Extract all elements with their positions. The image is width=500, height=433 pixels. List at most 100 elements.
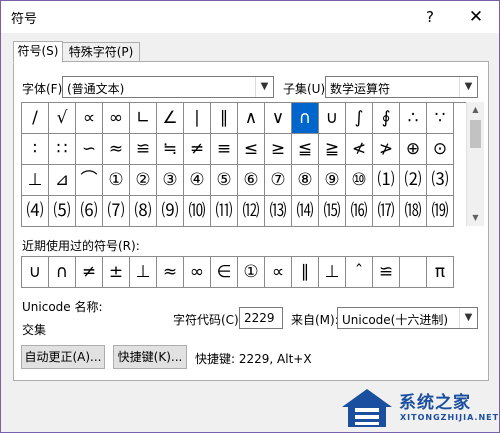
symbol-cell[interactable]: ≦: [292, 134, 319, 165]
tab-symbols[interactable]: 符号(S): [13, 41, 63, 63]
recent-symbol-cell[interactable]: ˆ: [346, 257, 373, 288]
symbol-cell[interactable]: ⑾: [211, 196, 238, 227]
symbol-cell[interactable]: ⒁: [292, 196, 319, 227]
symbol-cell[interactable]: ④: [184, 165, 211, 196]
symbol-cell[interactable]: ②: [130, 165, 157, 196]
recent-symbol-cell[interactable]: ≈: [157, 257, 184, 288]
recent-symbol-cell[interactable]: ①: [238, 257, 265, 288]
recent-symbol-cell[interactable]: π: [427, 257, 454, 288]
recent-symbol-cell[interactable]: ∩: [49, 257, 76, 288]
scroll-up-icon[interactable]: ▲: [467, 102, 484, 118]
symbol-cell[interactable]: ∶: [22, 134, 49, 165]
symbol-cell[interactable]: ⑵: [400, 165, 427, 196]
recent-symbol-cell[interactable]: ∝: [265, 257, 292, 288]
symbol-cell[interactable]: ⒆: [427, 196, 454, 227]
close-button[interactable]: ✕: [461, 3, 491, 31]
symbol-grid: / √ ∝ ∞ ∟ ∠ ∣ ∥ ∧ ∨ ∩ ∪ ∫ ∮ ∴ ∵ ∶ ∷ ∽ ≈ ≌ ≒ ≠ ≡ ≤ ≥ ≦ ≧ ≮ ≯ ⊕ ⊙ ⊥ ⊿ ⌒ ① ② ③ ④ ⑤…: [21, 102, 466, 227]
symbol-cell[interactable]: ≯: [373, 134, 400, 165]
symbol-cell[interactable]: ⑺: [103, 196, 130, 227]
from-select-value: Unicode(十六进制): [342, 313, 449, 327]
symbol-cell[interactable]: ⑸: [49, 196, 76, 227]
symbol-cell[interactable]: ⑻: [130, 196, 157, 227]
symbol-cell[interactable]: ∠: [157, 103, 184, 134]
symbol-cell[interactable]: ∪: [319, 103, 346, 134]
symbol-cell[interactable]: ≤: [238, 134, 265, 165]
symbol-cell[interactable]: ⑽: [184, 196, 211, 227]
symbol-cell[interactable]: ⑦: [265, 165, 292, 196]
symbol-cell[interactable]: ∽: [76, 134, 103, 165]
symbol-cell[interactable]: ∮: [373, 103, 400, 134]
recent-symbol-cell[interactable]: [400, 257, 427, 288]
symbol-cell[interactable]: ⑥: [238, 165, 265, 196]
symbol-cell[interactable]: ⒄: [373, 196, 400, 227]
font-select[interactable]: (普通文本) ▼: [62, 76, 274, 98]
symbol-cell[interactable]: ∣: [184, 103, 211, 134]
symbol-cell[interactable]: ⒃: [346, 196, 373, 227]
symbol-cell[interactable]: ⑧: [292, 165, 319, 196]
grid-scrollbar[interactable]: ▲ ▼: [466, 102, 484, 226]
symbol-cell[interactable]: ∧: [238, 103, 265, 134]
symbol-cell[interactable]: √: [49, 103, 76, 134]
symbol-cell[interactable]: ∵: [427, 103, 454, 134]
recent-symbol-cell[interactable]: ∪: [22, 257, 49, 288]
from-select[interactable]: Unicode(十六进制) ▼: [337, 307, 478, 329]
symbol-cell[interactable]: ≒: [157, 134, 184, 165]
symbol-cell[interactable]: ⑿: [238, 196, 265, 227]
symbol-cell[interactable]: ⊿: [49, 165, 76, 196]
recent-symbol-cell[interactable]: ±: [103, 257, 130, 288]
symbol-cell[interactable]: ≧: [319, 134, 346, 165]
symbol-cell[interactable]: ⒅: [400, 196, 427, 227]
symbol-cell[interactable]: ⊕: [400, 134, 427, 165]
symbol-cell[interactable]: ∩: [292, 103, 319, 134]
recent-symbol-cell[interactable]: ⊥: [130, 257, 157, 288]
symbol-cell[interactable]: ①: [103, 165, 130, 196]
recent-symbol-cell[interactable]: ≌: [373, 257, 400, 288]
symbol-cell[interactable]: ⒀: [265, 196, 292, 227]
font-select-value: (普通文本): [67, 82, 125, 96]
symbol-cell[interactable]: ≈: [103, 134, 130, 165]
symbol-cell[interactable]: ≥: [265, 134, 292, 165]
help-button[interactable]: ?: [415, 3, 445, 31]
symbol-cell[interactable]: ≡: [211, 134, 238, 165]
autocorrect-button[interactable]: 自动更正(A)...: [21, 345, 105, 369]
symbol-cell[interactable]: ⑼: [157, 196, 184, 227]
symbol-cell[interactable]: ⑶: [427, 165, 454, 196]
symbol-cell[interactable]: ⑩: [346, 165, 373, 196]
symbol-cell[interactable]: ∟: [130, 103, 157, 134]
symbol-cell[interactable]: ∨: [265, 103, 292, 134]
recent-symbol-cell[interactable]: ∥: [292, 257, 319, 288]
symbol-cell[interactable]: ∝: [76, 103, 103, 134]
symbol-cell[interactable]: ≌: [130, 134, 157, 165]
symbol-cell[interactable]: ∫: [346, 103, 373, 134]
symbol-cell[interactable]: ∞: [103, 103, 130, 134]
subset-label: 子集(U):: [283, 82, 330, 96]
symbol-cell[interactable]: ⑹: [76, 196, 103, 227]
symbol-cell[interactable]: ⑷: [22, 196, 49, 227]
symbol-cell[interactable]: ∥: [211, 103, 238, 134]
symbol-cell[interactable]: ∷: [49, 134, 76, 165]
recent-symbol-cell[interactable]: ⊥: [319, 257, 346, 288]
char-code-label: 字符代码(C):: [173, 313, 243, 327]
symbol-cell[interactable]: /: [22, 103, 49, 134]
char-code-input[interactable]: 2229: [239, 307, 283, 329]
symbol-cell[interactable]: ⌒: [76, 165, 103, 196]
symbol-cell[interactable]: ⑨: [319, 165, 346, 196]
symbol-cell[interactable]: ⊥: [22, 165, 49, 196]
symbol-cell[interactable]: ⒂: [319, 196, 346, 227]
shortcut-key-button[interactable]: 快捷键(K)...: [113, 345, 187, 369]
scroll-down-icon[interactable]: ▼: [467, 210, 484, 226]
watermark-name: 系统之家: [399, 393, 471, 413]
symbol-cell[interactable]: ③: [157, 165, 184, 196]
recent-symbol-cell[interactable]: ≠: [76, 257, 103, 288]
scroll-thumb[interactable]: [470, 120, 481, 148]
symbol-cell[interactable]: ⊙: [427, 134, 454, 165]
recent-symbol-cell[interactable]: ∞: [184, 257, 211, 288]
symbol-cell[interactable]: ≮: [346, 134, 373, 165]
symbol-cell[interactable]: ≠: [184, 134, 211, 165]
recent-symbol-cell[interactable]: ∈: [211, 257, 238, 288]
subset-select[interactable]: 数学运算符 ▼: [325, 76, 478, 98]
symbol-cell[interactable]: ⑴: [373, 165, 400, 196]
chevron-down-icon: ▼: [459, 77, 477, 97]
symbol-cell[interactable]: ⑤: [211, 165, 238, 196]
symbol-cell[interactable]: ∴: [400, 103, 427, 134]
